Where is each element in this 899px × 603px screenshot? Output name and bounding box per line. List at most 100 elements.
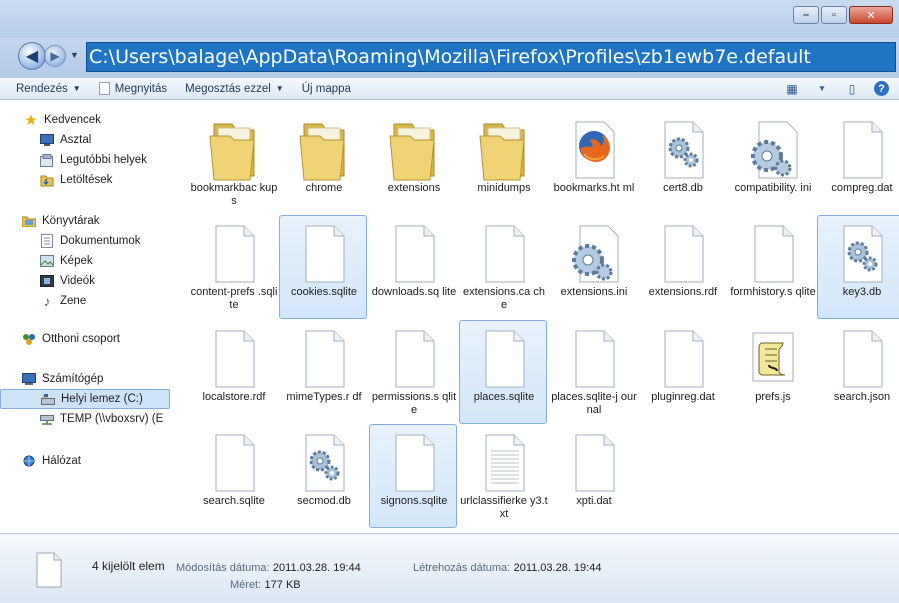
downloads-icon (40, 173, 54, 187)
file-name: extensions.rdf (648, 286, 718, 298)
sidebar-item-network-drive[interactable]: TEMP (\\vboxsrv) (E (0, 409, 172, 429)
file-name: extensions.ini (560, 286, 628, 298)
view-options-icon[interactable]: ▦ (784, 82, 800, 96)
share-button[interactable]: Megosztás ezzel ▼ (185, 83, 284, 95)
file-item[interactable]: extensions.ini (549, 215, 637, 319)
favorites-group: ★ Kedvencek Asztal Legutóbbi helyek Letö… (0, 110, 172, 190)
file-item[interactable]: prefs.js (728, 320, 816, 424)
file-item[interactable]: key3.db (817, 215, 899, 319)
file-item[interactable]: bookmarkbac kups (189, 111, 277, 215)
modified-label: Módosítás dátuma: (176, 562, 270, 574)
file-item[interactable]: signons.sqlite (369, 424, 457, 528)
blank-file-icon (564, 325, 624, 391)
file-name: places.sqlite-j ournal (551, 391, 637, 416)
sidebar-item-downloads[interactable]: Letöltések (0, 170, 172, 190)
sidebar-item-libraries[interactable]: Könyvtárak (0, 211, 172, 231)
file-item[interactable]: extensions.ca che (459, 215, 547, 319)
navigation-pane: ★ Kedvencek Asztal Legutóbbi helyek Letö… (0, 101, 172, 533)
file-item[interactable]: compreg.dat (817, 111, 899, 215)
sidebar-item-favorites[interactable]: ★ Kedvencek (0, 110, 172, 130)
forward-button[interactable]: ▶ (44, 45, 66, 67)
sidebar-item-recent-places[interactable]: Legutóbbi helyek (0, 150, 172, 170)
file-name: compreg.dat (831, 182, 893, 194)
file-name: cookies.sqlite (290, 286, 358, 298)
file-item[interactable]: places.sqlite (459, 320, 547, 424)
file-name: downloads.sq lite (371, 286, 457, 298)
preview-pane-icon[interactable]: ▯ (844, 82, 860, 96)
file-name: compatibility. ini (734, 182, 812, 194)
file-item[interactable]: urlclassifierke y3.txt (459, 424, 548, 528)
file-item[interactable]: cookies.sqlite (279, 215, 367, 319)
minimize-button[interactable]: – (793, 6, 819, 24)
file-item[interactable]: bookmarks.ht ml (549, 111, 637, 215)
sidebar-item-label: Legutóbbi helyek (60, 154, 147, 166)
file-name: extensions (387, 182, 441, 194)
modified-value: 2011.03.28. 19:44 (272, 562, 361, 574)
file-item[interactable]: xpti.dat (549, 424, 637, 528)
new-folder-button[interactable]: Új mappa (302, 83, 351, 95)
share-label: Megosztás ezzel (185, 82, 271, 95)
file-name: bookmarkbac kups (190, 182, 278, 207)
close-button[interactable]: ✕ (849, 6, 893, 24)
size-label: Méret: (230, 579, 262, 591)
document-icon (98, 82, 110, 95)
file-item[interactable]: cert8.db (638, 111, 726, 215)
computer-icon (22, 372, 36, 386)
created-label: Létrehozás dátuma: (413, 562, 511, 574)
file-item[interactable]: minidumps (459, 111, 547, 215)
sidebar-item-computer[interactable]: Számítógép (0, 369, 172, 389)
file-item[interactable]: secmod.db (279, 424, 367, 528)
back-button[interactable]: ◀ (18, 42, 46, 70)
blank-file-icon (294, 220, 354, 286)
file-item[interactable]: places.sqlite-j ournal (549, 320, 637, 424)
blank-file-icon (204, 429, 264, 495)
address-bar[interactable]: C:\Users\balage\AppData\Roaming\Mozilla\… (86, 42, 896, 72)
sidebar-item-label: Videók (60, 275, 95, 287)
blank-file-icon (474, 325, 534, 391)
file-item[interactable]: permissions.s qlite (369, 320, 457, 424)
file-item[interactable]: formhistory.s qlite (728, 215, 816, 319)
file-item[interactable]: mimeTypes.r df (279, 320, 367, 424)
open-button[interactable]: Megnyitás (98, 82, 168, 95)
sidebar-item-network[interactable]: Hálózat (0, 451, 172, 471)
organize-button[interactable]: Rendezés ▼ (16, 83, 81, 95)
sidebar-item-desktop[interactable]: Asztal (0, 130, 172, 150)
file-item[interactable]: localstore.rdf (189, 320, 277, 424)
sidebar-item-videos[interactable]: Videók (0, 271, 172, 291)
file-item[interactable]: extensions (369, 111, 457, 215)
view-controls: ▦ ▼ ▯ ? (784, 81, 889, 96)
music-note-icon: ♪ (43, 293, 51, 309)
sidebar-item-music[interactable]: ♪ Zene (0, 291, 172, 311)
file-item[interactable]: content-prefs .sqlite (189, 215, 277, 319)
blank-file-icon (384, 429, 444, 495)
sidebar-item-local-disk[interactable]: Helyi lemez (C:) (0, 389, 170, 409)
file-name: secmod.db (297, 495, 351, 507)
file-item[interactable]: search.json (817, 320, 899, 424)
blank-file-icon (384, 325, 444, 391)
new-folder-label: Új mappa (301, 82, 351, 95)
file-item[interactable]: search.sqlite (189, 424, 277, 528)
file-item[interactable]: pluginreg.dat (638, 320, 726, 424)
file-item[interactable]: chrome (279, 111, 367, 215)
sidebar-item-label: Képek (60, 255, 93, 267)
file-name: search.json (833, 391, 891, 403)
sidebar-item-homegroup[interactable]: Otthoni csoport (0, 329, 172, 349)
chevron-down-icon[interactable]: ▼ (814, 82, 830, 96)
file-item[interactable]: compatibility. ini (728, 111, 816, 215)
file-item[interactable]: extensions.rdf (638, 215, 726, 319)
sidebar-item-pictures[interactable]: Képek (0, 251, 172, 271)
homegroup-icon (22, 332, 36, 346)
blank-file-icon (384, 220, 444, 286)
size-value: 177 KB (264, 579, 301, 591)
file-item[interactable]: downloads.sq lite (369, 215, 457, 319)
blank-file-icon (204, 220, 264, 286)
blank-file-icon (564, 429, 624, 495)
recent-pages-dropdown-icon[interactable]: ▼ (70, 50, 79, 60)
file-name: content-prefs .sqlite (190, 286, 278, 311)
sidebar-item-documents[interactable]: Dokumentumok (0, 231, 172, 251)
firefox-icon (564, 116, 624, 182)
help-icon[interactable]: ? (874, 81, 889, 96)
created-info: Létrehozás dátuma: 2011.03.28. 19:44 (413, 560, 601, 574)
maximize-button[interactable]: ▫ (821, 6, 847, 24)
open-label: Megnyitás (114, 82, 168, 95)
